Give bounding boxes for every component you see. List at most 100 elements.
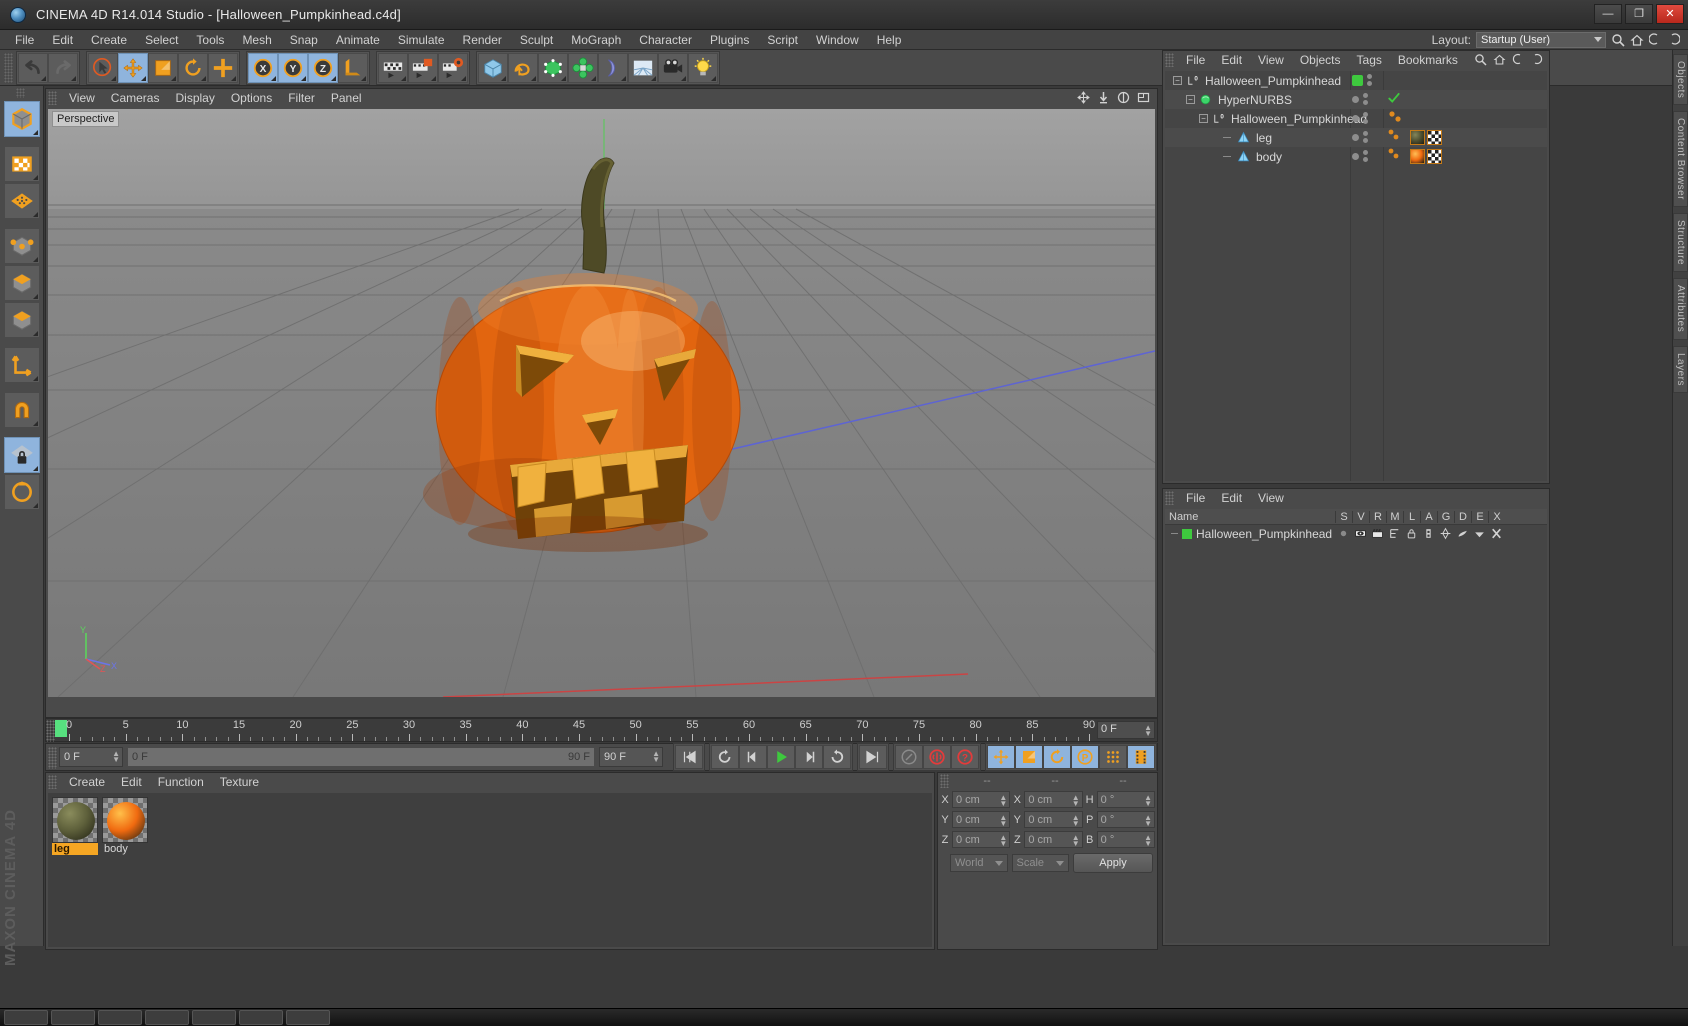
spinner-icon[interactable]: ▲ ▼	[112, 750, 120, 764]
visibility-dots[interactable]	[1352, 131, 1368, 143]
object-menu-objects[interactable]: Objects	[1292, 51, 1349, 69]
size-z-input[interactable]: 0 cm ▲ ▼	[1024, 831, 1083, 848]
polygon-grid-icon[interactable]	[3, 183, 40, 219]
material-grip[interactable]	[48, 775, 57, 789]
polygons-mode-icon[interactable]	[3, 302, 40, 338]
material-item[interactable]: body	[102, 797, 148, 855]
deformers-icon[interactable]	[1454, 527, 1471, 540]
layer-list[interactable]: Name S V R M L A G D E X Halloween_Pumpkinhead	[1165, 509, 1547, 943]
camera-icon[interactable]	[658, 52, 688, 83]
menu-window[interactable]: Window	[807, 30, 868, 50]
size-y-input[interactable]: 0 cm ▲ ▼	[1024, 811, 1083, 828]
enable-dot[interactable]	[1352, 133, 1359, 141]
object-manager-grip[interactable]	[1165, 53, 1174, 67]
object-tree-row[interactable]: − 0 Halloween_Pumpkinhead	[1165, 71, 1547, 90]
check-green-icon[interactable]	[1387, 91, 1401, 108]
layout-dropdown[interactable]: Startup (User)	[1476, 32, 1606, 48]
layer-manager-grip[interactable]	[1165, 491, 1174, 505]
position-key-icon[interactable]	[987, 745, 1015, 769]
object-menu-edit[interactable]: Edit	[1213, 51, 1250, 69]
lock-z-axis-icon[interactable]: Z	[308, 52, 338, 83]
position-x-input[interactable]: 0 cm ▲ ▼	[952, 791, 1011, 808]
workplane-rotate-icon[interactable]	[3, 474, 40, 510]
layer-column-a[interactable]: A	[1420, 510, 1437, 523]
material-item[interactable]: leg	[52, 797, 98, 855]
left-arrow-icon[interactable]	[1648, 33, 1663, 47]
visibility-toggle-dots[interactable]	[1363, 150, 1368, 162]
home-icon[interactable]	[1630, 33, 1644, 47]
home-icon[interactable]	[1493, 53, 1507, 67]
cube-primitive-icon[interactable]	[478, 52, 508, 83]
layer-row[interactable]: Halloween_Pumpkinhead	[1165, 525, 1547, 542]
object-tree-row[interactable]: − 0 Halloween_Pumpkinhead	[1165, 109, 1547, 128]
coordinate-system-dropdown[interactable]: World	[950, 854, 1008, 872]
uvw-tag[interactable]	[1427, 149, 1442, 165]
select-arrow-icon[interactable]	[88, 52, 118, 83]
menu-tools[interactable]: Tools	[187, 30, 233, 50]
timeline-range-scrollbar[interactable]: 0 F 90 F	[127, 747, 595, 767]
spinner-icon[interactable]: ▲ ▼	[999, 834, 1007, 848]
position-z-input[interactable]: 0 cm ▲ ▼	[952, 831, 1011, 848]
keyframe-selection-icon[interactable]: ?	[951, 745, 979, 769]
magnet-tool-icon[interactable]	[3, 392, 40, 428]
enable-dot[interactable]	[1352, 114, 1359, 122]
render-view-icon[interactable]	[378, 52, 408, 83]
visibility-toggle-dots[interactable]	[1363, 112, 1368, 124]
lock-icon[interactable]	[1403, 527, 1420, 540]
spinner-icon[interactable]: ▲ ▼	[1144, 724, 1152, 738]
layer-column-r[interactable]: R	[1369, 510, 1386, 523]
toolbar-grip[interactable]	[4, 52, 13, 83]
timeline-ruler[interactable]: 0 5 10 15 20 25 30 35 40 45 50 55 60 65 70 75 80 85 90	[55, 719, 1157, 743]
move-icon[interactable]	[118, 52, 148, 83]
timeline-ruler-bar[interactable]: 0 5 10 15 20 25 30 35 40 45 50 55 60 65 70 75 80 85 90 0 F…	[45, 718, 1158, 742]
animation-start-field[interactable]: 0 F ▲ ▼	[59, 747, 123, 767]
parameter-key-icon[interactable]: P	[1071, 745, 1099, 769]
rotation-p-input[interactable]: 0 ° ▲ ▼	[1096, 811, 1155, 828]
manager-tree-icon[interactable]	[1386, 527, 1403, 540]
object-menu-tags[interactable]: Tags	[1349, 51, 1390, 69]
taskbar-item[interactable]	[286, 1010, 330, 1025]
dolly-view-icon[interactable]	[1097, 91, 1111, 105]
generators-icon[interactable]	[1437, 527, 1454, 540]
rotation-h-input[interactable]: 0 ° ▲ ▼	[1096, 791, 1155, 808]
timeline-grip[interactable]	[46, 720, 55, 742]
menu-mesh[interactable]: Mesh	[233, 30, 280, 50]
render-settings-icon[interactable]	[438, 52, 468, 83]
menu-sculpt[interactable]: Sculpt	[511, 30, 562, 50]
go-to-start-icon[interactable]	[675, 745, 703, 769]
redo-icon[interactable]	[48, 52, 78, 83]
spinner-icon[interactable]: ▲ ▼	[652, 750, 660, 764]
visible-eye-icon[interactable]	[1352, 527, 1369, 540]
light-icon[interactable]	[688, 52, 718, 83]
search-icon[interactable]	[1474, 53, 1488, 67]
menu-edit[interactable]: Edit	[43, 30, 82, 50]
layer-color-swatch[interactable]	[1182, 528, 1192, 539]
lock-x-axis-icon[interactable]: X	[248, 52, 278, 83]
visibility-dots[interactable]	[1352, 93, 1368, 105]
dock-tab-content-browser[interactable]: Content Browser	[1673, 111, 1688, 208]
world-coordinate-icon[interactable]	[338, 52, 368, 83]
material-menu-edit[interactable]: Edit	[113, 773, 150, 791]
rotation-key-icon[interactable]	[1043, 745, 1071, 769]
material-tag-body[interactable]	[1387, 148, 1425, 165]
current-frame-field[interactable]: 0 F ▲ ▼	[1097, 721, 1155, 739]
expand-collapse-toggle[interactable]: −	[1173, 76, 1182, 85]
render-clapper-icon[interactable]	[1369, 527, 1386, 540]
menu-mograph[interactable]: MoGraph	[562, 30, 630, 50]
scale-icon[interactable]	[148, 52, 178, 83]
orbit-view-icon[interactable]	[1117, 91, 1131, 105]
nurbs-generator-icon[interactable]	[538, 52, 568, 83]
apply-button[interactable]: Apply	[1073, 853, 1153, 873]
leftbar-grip[interactable]	[15, 88, 25, 98]
material-menu-texture[interactable]: Texture	[212, 773, 267, 791]
menu-animate[interactable]: Animate	[327, 30, 389, 50]
enable-dot[interactable]	[1352, 95, 1359, 103]
expand-collapse-toggle[interactable]: −	[1186, 95, 1195, 104]
layer-column-x[interactable]: X	[1488, 510, 1505, 523]
viewport-menu-display[interactable]: Display	[167, 89, 222, 107]
tag-area[interactable]	[1387, 91, 1401, 108]
object-tree-row[interactable]: − HyperNURBS	[1165, 90, 1547, 109]
render-to-picture-viewer-icon[interactable]	[408, 52, 438, 83]
coordinates-grip[interactable]	[940, 774, 949, 788]
lock-workplane-icon[interactable]	[3, 437, 40, 473]
